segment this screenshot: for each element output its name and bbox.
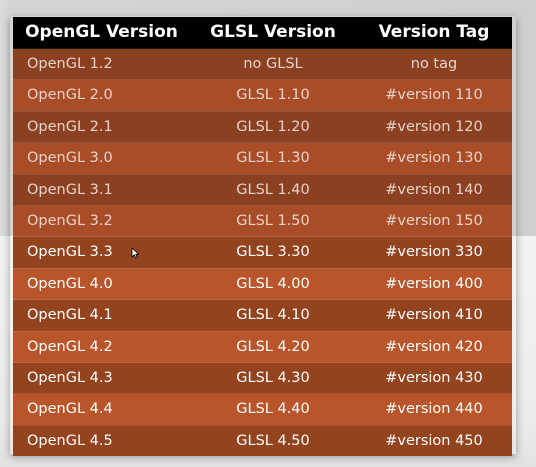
cell-version-tag: #version 140 <box>356 173 512 206</box>
table-row: OpenGL 4.4 GLSL 4.40 #version 440 <box>13 393 512 426</box>
cell-opengl-version: OpenGL 4.4 <box>13 393 190 426</box>
cell-glsl-version: GLSL 4.20 <box>190 330 356 363</box>
table-row: OpenGL 2.0 GLSL 1.10 #version 110 <box>13 79 512 112</box>
cell-version-tag: #version 430 <box>356 362 512 394</box>
cell-glsl-version: GLSL 4.50 <box>190 424 356 457</box>
cell-glsl-version: GLSL 1.50 <box>190 205 356 237</box>
cell-version-tag: #version 120 <box>356 110 512 143</box>
cell-glsl-version: GLSL 1.10 <box>190 79 356 112</box>
table-header-row: OpenGL Version GLSL Version Version Tag <box>13 17 512 49</box>
cell-glsl-version: GLSL 1.40 <box>190 173 356 206</box>
table-row: OpenGL 2.1 GLSL 1.20 #version 120 <box>13 110 512 143</box>
table-row: OpenGL 4.0 GLSL 4.00 #version 400 <box>13 267 512 300</box>
header-opengl-version: OpenGL Version <box>13 17 190 49</box>
cell-version-tag: #version 410 <box>356 299 512 332</box>
table-row: OpenGL 3.1 GLSL 1.40 #version 140 <box>13 173 512 206</box>
cell-version-tag: #version 420 <box>356 330 512 363</box>
cell-version-tag: no tag <box>356 47 512 80</box>
table-row: OpenGL 3.3 GLSL 3.30 #version 330 <box>13 236 512 269</box>
cell-opengl-version: OpenGL 4.5 <box>13 424 190 457</box>
cell-opengl-version: OpenGL 3.1 <box>13 173 190 206</box>
table-row: OpenGL 4.2 GLSL 4.20 #version 420 <box>13 330 512 363</box>
cell-opengl-version: OpenGL 3.2 <box>13 205 190 237</box>
cell-glsl-version: GLSL 4.30 <box>190 362 356 394</box>
table-row: OpenGL 4.5 GLSL 4.50 #version 450 <box>13 424 512 457</box>
cell-opengl-version: OpenGL 3.3 <box>13 236 190 269</box>
cell-opengl-version: OpenGL 2.0 <box>13 79 190 112</box>
table-row: OpenGL 3.0 GLSL 1.30 #version 130 <box>13 142 512 175</box>
cell-opengl-version: OpenGL 4.0 <box>13 267 190 300</box>
mouse-pointer-icon <box>131 247 140 259</box>
cell-opengl-version: OpenGL 4.1 <box>13 299 190 332</box>
cell-glsl-version: GLSL 1.30 <box>190 142 356 175</box>
cell-opengl-version: OpenGL 3.0 <box>13 142 190 175</box>
cell-opengl-version: OpenGL 4.3 <box>13 362 190 394</box>
cell-version-tag: #version 450 <box>356 424 512 457</box>
cell-glsl-version: GLSL 4.10 <box>190 299 356 332</box>
cell-glsl-version: GLSL 4.00 <box>190 267 356 300</box>
cell-version-tag: #version 330 <box>356 236 512 269</box>
cell-version-tag: #version 440 <box>356 393 512 426</box>
cell-glsl-version: GLSL 1.20 <box>190 110 356 143</box>
cell-glsl-version: no GLSL <box>190 47 356 80</box>
cell-version-tag: #version 150 <box>356 205 512 237</box>
cell-glsl-version: GLSL 4.40 <box>190 393 356 426</box>
table-row: OpenGL 3.2 GLSL 1.50 #version 150 <box>13 205 512 237</box>
cell-version-tag: #version 130 <box>356 142 512 175</box>
table-row: OpenGL 4.1 GLSL 4.10 #version 410 <box>13 299 512 332</box>
cell-version-tag: #version 110 <box>356 79 512 112</box>
cell-opengl-version: OpenGL 2.1 <box>13 110 190 143</box>
table-row: OpenGL 4.3 GLSL 4.30 #version 430 <box>13 362 512 394</box>
cell-opengl-version: OpenGL 1.2 <box>13 47 190 80</box>
cell-glsl-version: GLSL 3.30 <box>190 236 356 269</box>
version-table: OpenGL Version GLSL Version Version Tag … <box>13 17 512 457</box>
header-version-tag: Version Tag <box>356 17 512 49</box>
table-row: OpenGL 1.2 no GLSL no tag <box>13 47 512 80</box>
cell-version-tag: #version 400 <box>356 267 512 300</box>
cell-opengl-version: OpenGL 4.2 <box>13 330 190 363</box>
header-glsl-version: GLSL Version <box>190 17 356 49</box>
